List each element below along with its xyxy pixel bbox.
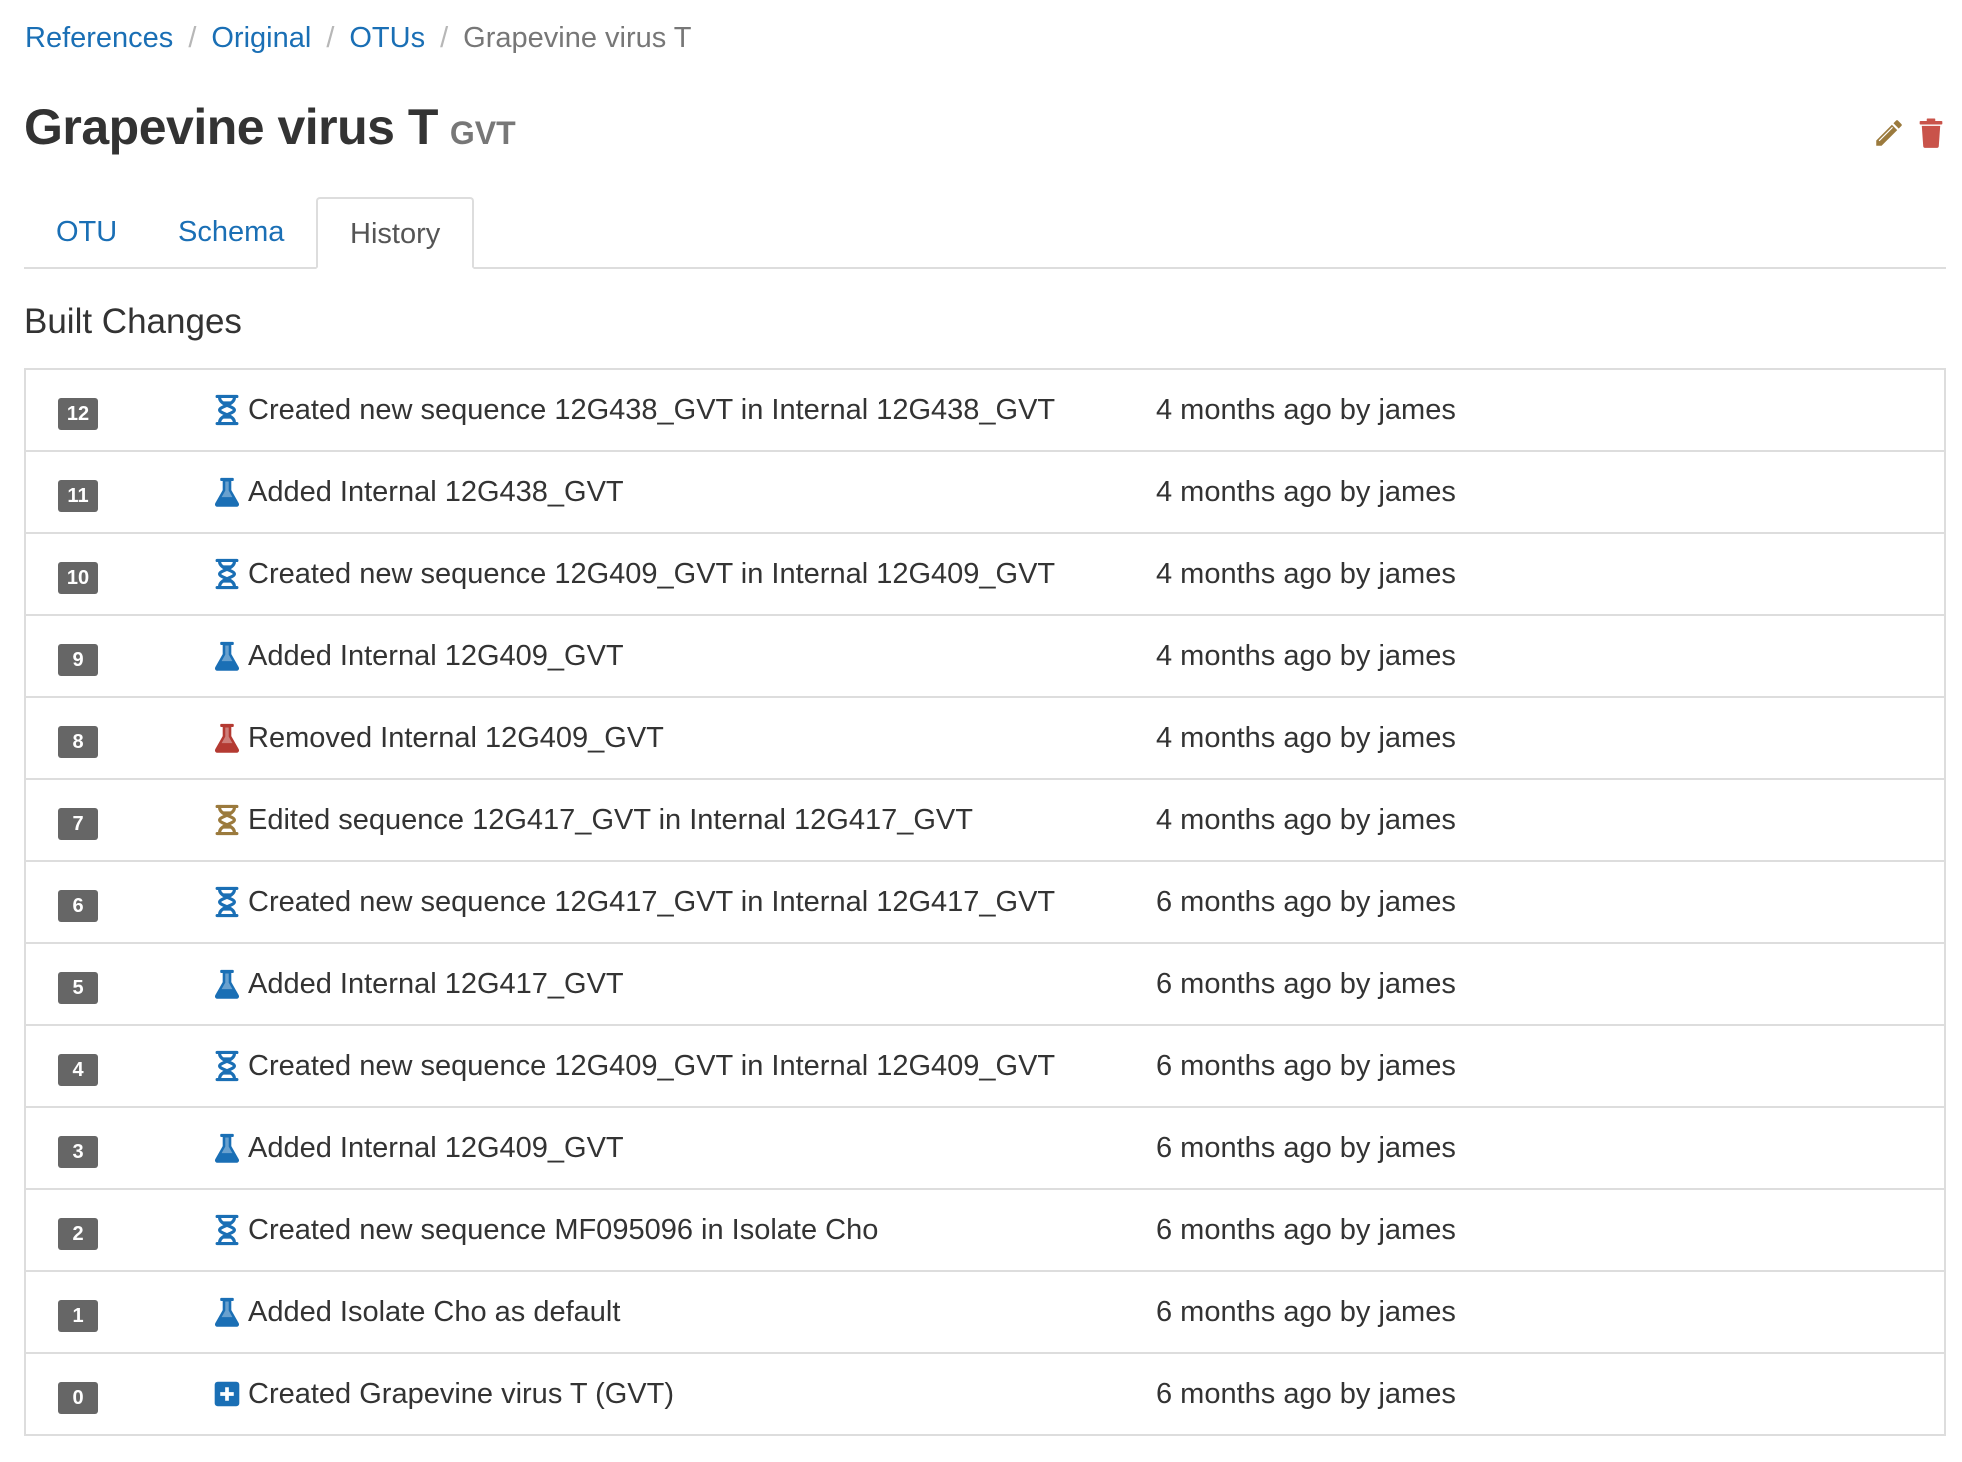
change-description: Added Internal 12G417_GVT: [248, 968, 624, 1000]
change-timestamp: 6 months ago by james: [1156, 1132, 1456, 1164]
version-badge: 5: [58, 972, 98, 1004]
breadcrumb-current: Grapevine virus T: [463, 22, 692, 54]
dna-icon: [212, 558, 242, 590]
change-description: Added Internal 12G409_GVT: [248, 640, 624, 672]
change-timestamp: 4 months ago by james: [1156, 804, 1456, 836]
tab-schema[interactable]: Schema: [146, 197, 316, 267]
breadcrumb-separator: /: [440, 22, 449, 54]
page-header: Grapevine virus T GVT: [24, 98, 516, 156]
dna-icon: [212, 1214, 242, 1246]
change-timestamp: 6 months ago by james: [1156, 1050, 1456, 1082]
dna-icon: [212, 886, 242, 918]
version-badge: 7: [58, 808, 98, 840]
version-badge: 3: [58, 1136, 98, 1168]
otu-tabs: OTU Schema History: [24, 197, 1946, 269]
change-row: 10 Created new sequence 12G409_GVT in Int…: [26, 532, 1944, 614]
change-row: 9 Added Internal 12G409_GVT 4 months ago b…: [26, 614, 1944, 696]
trash-icon[interactable]: [1914, 116, 1948, 150]
change-description: Added Internal 12G438_GVT: [248, 476, 624, 508]
section-title: Built Changes: [24, 302, 242, 341]
flask-icon: [212, 476, 242, 508]
change-timestamp: 4 months ago by james: [1156, 476, 1456, 508]
change-row: 2 Created new sequence MF095096 in Isolat…: [26, 1188, 1944, 1270]
breadcrumb-original[interactable]: Original: [211, 18, 311, 58]
change-description: Created Grapevine virus T (GVT): [248, 1378, 675, 1410]
breadcrumb: References / Original / OTUs / Grapevine…: [25, 18, 692, 58]
otu-abbreviation: GVT: [449, 115, 516, 151]
dna-icon: [212, 804, 242, 836]
version-badge: 9: [58, 644, 98, 676]
change-row: 0 Created Grapevine virus T (GVT) 6 months…: [26, 1352, 1944, 1434]
change-description: Created new sequence 12G438_GVT in Inter…: [248, 394, 1056, 426]
change-timestamp: 4 months ago by james: [1156, 640, 1456, 672]
dna-icon: [212, 394, 242, 426]
change-row: 1 Added Isolate Cho as default 6 months ag…: [26, 1270, 1944, 1352]
version-badge: 10: [58, 562, 98, 594]
change-row: 3 Added Internal 12G409_GVT 6 months ago b…: [26, 1106, 1944, 1188]
breadcrumb-references[interactable]: References: [25, 18, 173, 58]
otu-history-page: References / Original / OTUs / Grapevine…: [0, 0, 1962, 1462]
version-badge: 1: [58, 1300, 98, 1332]
version-badge: 12: [58, 398, 98, 430]
change-row: 11 Added Internal 12G438_GVT 4 months ago …: [26, 450, 1944, 532]
change-timestamp: 4 months ago by james: [1156, 722, 1456, 754]
change-description: Edited sequence 12G417_GVT in Internal 1…: [248, 804, 973, 836]
flask-icon: [212, 1296, 242, 1328]
change-row: 12 Created new sequence 12G438_GVT in Int…: [26, 370, 1944, 450]
version-badge: 0: [58, 1382, 98, 1414]
version-badge: 11: [58, 480, 98, 512]
change-row: 6 Created new sequence 12G417_GVT in Inte…: [26, 860, 1944, 942]
change-timestamp: 6 months ago by james: [1156, 1214, 1456, 1246]
change-description: Created new sequence 12G409_GVT in Inter…: [248, 1050, 1056, 1082]
tab-history[interactable]: History: [316, 197, 475, 269]
breadcrumb-separator: /: [326, 22, 335, 54]
change-timestamp: 6 months ago by james: [1156, 1296, 1456, 1328]
flask-icon: [212, 968, 242, 1000]
change-row: 7 Edited sequence 12G417_GVT in Internal …: [26, 778, 1944, 860]
changes-list: 12 Created new sequence 12G438_GVT in Int…: [24, 368, 1946, 1436]
change-timestamp: 4 months ago by james: [1156, 558, 1456, 590]
version-badge: 4: [58, 1054, 98, 1086]
version-badge: 2: [58, 1218, 98, 1250]
change-description: Created new sequence 12G417_GVT in Inter…: [248, 886, 1056, 918]
version-badge: 6: [58, 890, 98, 922]
plus-square-icon: [212, 1378, 242, 1410]
tab-otu[interactable]: OTU: [24, 197, 149, 267]
dna-icon: [212, 1050, 242, 1082]
change-description: Removed Internal 12G409_GVT: [248, 722, 664, 754]
change-row: 5 Added Internal 12G417_GVT 6 months ago b…: [26, 942, 1944, 1024]
change-description: Created new sequence MF095096 in Isolate…: [248, 1214, 879, 1246]
version-badge: 8: [58, 726, 98, 758]
change-timestamp: 6 months ago by james: [1156, 968, 1456, 1000]
page-title: Grapevine virus T: [24, 99, 438, 155]
flask-icon: [212, 722, 242, 754]
change-description: Added Internal 12G409_GVT: [248, 1132, 624, 1164]
breadcrumb-otus[interactable]: OTUs: [349, 18, 425, 58]
flask-icon: [212, 1132, 242, 1164]
header-actions: [1872, 116, 1948, 150]
pencil-icon[interactable]: [1872, 116, 1906, 150]
change-timestamp: 6 months ago by james: [1156, 1378, 1456, 1410]
change-description: Added Isolate Cho as default: [248, 1296, 621, 1328]
flask-icon: [212, 640, 242, 672]
change-timestamp: 6 months ago by james: [1156, 886, 1456, 918]
breadcrumb-separator: /: [188, 22, 197, 54]
change-description: Created new sequence 12G409_GVT in Inter…: [248, 558, 1056, 590]
change-timestamp: 4 months ago by james: [1156, 394, 1456, 426]
change-row: 4 Created new sequence 12G409_GVT in Inte…: [26, 1024, 1944, 1106]
change-row: 8 Removed Internal 12G409_GVT 4 months ago…: [26, 696, 1944, 778]
